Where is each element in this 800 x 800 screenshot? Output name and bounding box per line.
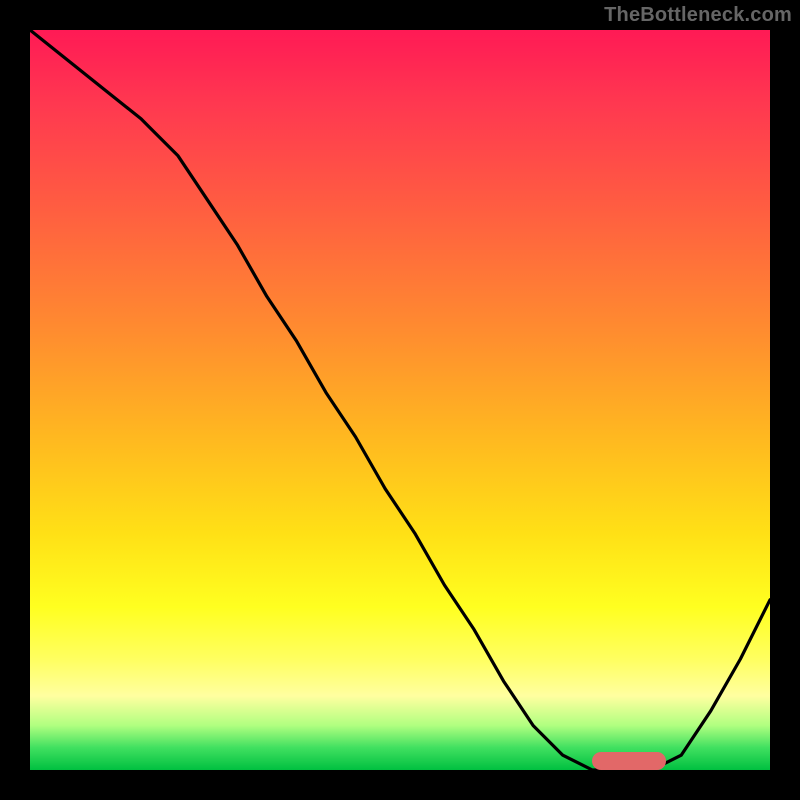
bottleneck-curve [30,30,770,770]
optimal-range-marker [592,752,666,770]
plot-area [30,30,770,770]
attribution-text: TheBottleneck.com [604,4,792,27]
chart-frame: TheBottleneck.com [0,0,800,800]
